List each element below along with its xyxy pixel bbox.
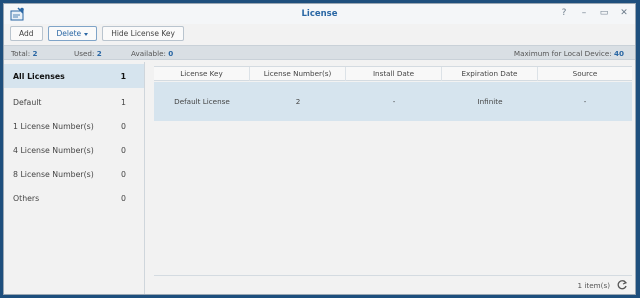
sidebar-item-count: 1 bbox=[120, 71, 126, 81]
sidebar-item-label: 1 License Number(s) bbox=[13, 121, 94, 131]
sidebar-item-all-licenses[interactable]: All Licenses 1 bbox=[4, 64, 144, 88]
table-header: License Key License Number(s) Install Da… bbox=[154, 67, 632, 81]
help-icon[interactable]: ? bbox=[559, 8, 569, 18]
license-table: License Key License Number(s) Install Da… bbox=[154, 66, 632, 274]
cell-install-date: - bbox=[392, 97, 396, 106]
available-value: 0 bbox=[168, 49, 174, 58]
sidebar-item-count: 0 bbox=[121, 193, 126, 203]
cell-source: - bbox=[583, 97, 587, 106]
maximize-icon[interactable]: ▭ bbox=[599, 8, 609, 18]
column-header-license-key[interactable]: License Key bbox=[154, 67, 250, 81]
chevron-down-icon bbox=[84, 32, 89, 36]
license-category-sidebar: All Licenses 1 Default 1 1 License Numbe… bbox=[4, 62, 145, 294]
minimize-icon[interactable]: – bbox=[579, 8, 589, 18]
refresh-icon[interactable] bbox=[616, 279, 628, 291]
max-stat: Maximum for Local Device: 40 bbox=[514, 49, 624, 58]
cell-license-number: 2 bbox=[295, 97, 301, 106]
delete-button[interactable]: Delete bbox=[47, 26, 98, 41]
sidebar-item-others[interactable]: Others 0 bbox=[4, 186, 144, 210]
sidebar-item-label: Default bbox=[13, 97, 42, 107]
item-count: 1 item(s) bbox=[577, 281, 610, 290]
add-button[interactable]: Add bbox=[10, 26, 43, 41]
hide-license-key-button[interactable]: Hide License Key bbox=[102, 26, 184, 41]
sidebar-item-1-license[interactable]: 1 License Number(s) 0 bbox=[4, 114, 144, 138]
used-label: Used: bbox=[74, 49, 95, 58]
window-title: License bbox=[301, 9, 338, 19]
license-summary-bar: Total: 2 Used: 2 Available: 0 Maximum fo… bbox=[4, 45, 635, 60]
total-value: 2 bbox=[32, 49, 38, 58]
close-icon[interactable]: ✕ bbox=[619, 8, 629, 18]
column-header-expiration-date[interactable]: Expiration Date bbox=[442, 67, 538, 81]
column-header-license-number[interactable]: License Number(s) bbox=[250, 67, 346, 81]
used-value: 2 bbox=[96, 49, 102, 58]
sidebar-item-default[interactable]: Default 1 bbox=[4, 90, 144, 114]
sidebar-item-label: 4 License Number(s) bbox=[13, 145, 94, 155]
sidebar-item-4-license[interactable]: 4 License Number(s) 0 bbox=[4, 138, 144, 162]
used-stat: Used: 2 bbox=[74, 49, 102, 58]
sidebar-item-count: 0 bbox=[121, 145, 126, 155]
available-stat: Available: 0 bbox=[131, 49, 173, 58]
license-window: License ? – ▭ ✕ Add Delete Hide License … bbox=[3, 3, 636, 295]
total-label: Total: bbox=[11, 49, 31, 58]
available-label: Available: bbox=[131, 49, 166, 58]
title-bar[interactable]: License ? – ▭ ✕ bbox=[4, 4, 635, 24]
delete-label: Delete bbox=[56, 29, 82, 38]
toolbar: Add Delete Hide License Key bbox=[10, 26, 184, 41]
max-label: Maximum for Local Device: bbox=[513, 49, 612, 58]
total-stat: Total: 2 bbox=[11, 49, 38, 58]
sidebar-item-8-license[interactable]: 8 License Number(s) 0 bbox=[4, 162, 144, 186]
table-footer: 1 item(s) bbox=[154, 275, 632, 294]
sidebar-item-count: 0 bbox=[121, 121, 126, 131]
sidebar-item-label: All Licenses bbox=[13, 71, 65, 81]
column-header-source[interactable]: Source bbox=[538, 67, 632, 81]
sidebar-item-label: 8 License Number(s) bbox=[13, 169, 94, 179]
cell-license-key: Default License bbox=[174, 97, 230, 106]
sidebar-item-count: 0 bbox=[121, 169, 126, 179]
max-value: 40 bbox=[613, 49, 624, 58]
cell-expiration-date: Infinite bbox=[477, 97, 503, 106]
column-header-install-date[interactable]: Install Date bbox=[346, 67, 442, 81]
sidebar-item-count: 1 bbox=[121, 97, 126, 107]
sidebar-item-label: Others bbox=[13, 193, 40, 203]
table-row[interactable]: Default License 2 - Infinite - bbox=[154, 82, 632, 121]
